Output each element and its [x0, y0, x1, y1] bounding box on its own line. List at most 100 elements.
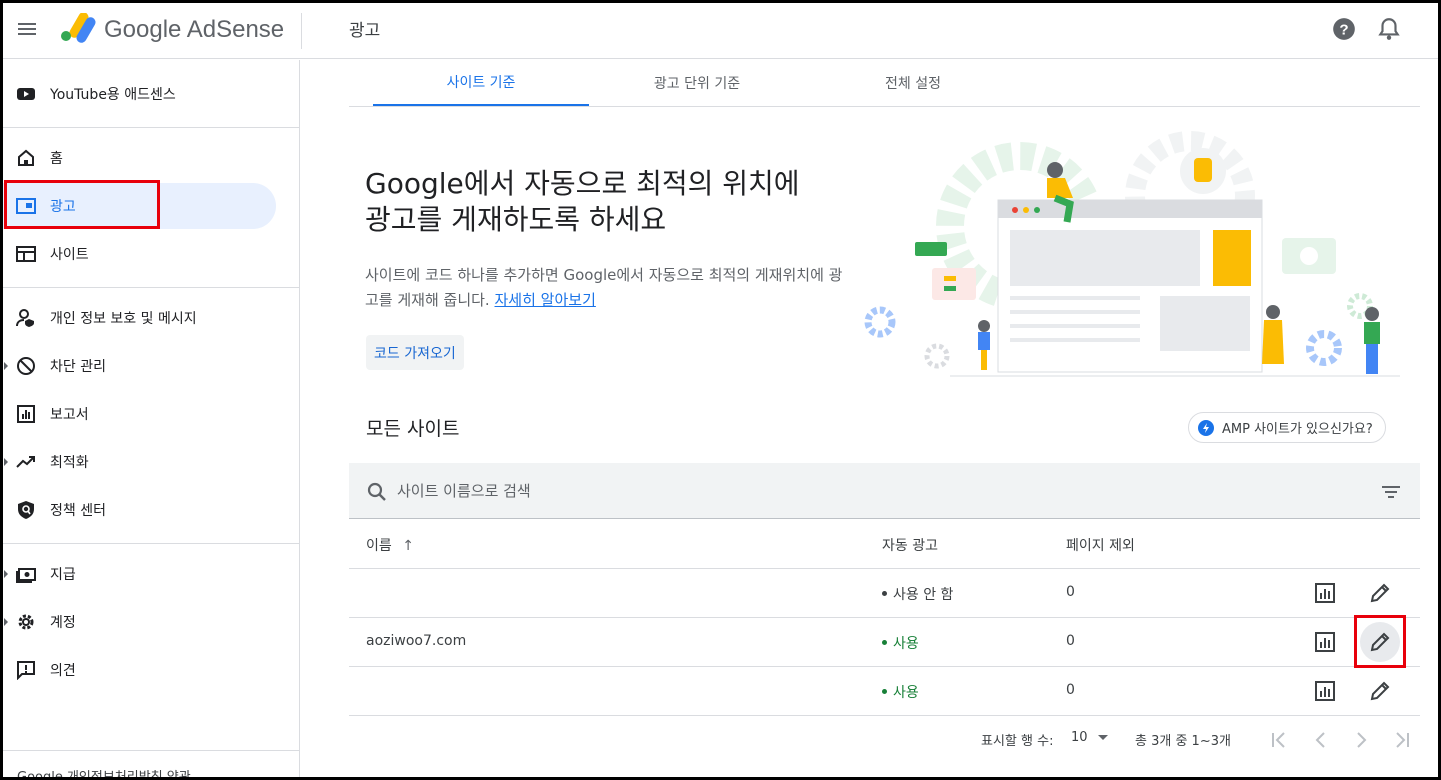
sidebar-item-label: 개인 정보 보호 및 메시지 [50, 311, 197, 327]
status-dot [882, 688, 887, 694]
tab-global-settings[interactable]: 전체 설정 [805, 60, 1021, 106]
search-input[interactable] [397, 477, 1297, 505]
column-label: 이름 [366, 538, 392, 554]
auto-ads-status: 사용 안 함 [882, 584, 953, 604]
side-navigation: YouTube용 애드센스 홈 광고 사이트 개인 정보 보호 및 메시지 차단… [3, 60, 300, 777]
hero-title-line: 광고를 게재하도록 하세요 [365, 203, 667, 236]
sidebar-divider [3, 543, 299, 544]
table-row: 사용 0 [349, 667, 1420, 716]
next-page-icon[interactable] [1350, 729, 1372, 751]
sidebar-item-payments[interactable]: 지급 [3, 551, 276, 597]
home-icon [18, 149, 34, 166]
column-header-name[interactable]: 이름 ↑ [366, 535, 414, 555]
sidebar-item-blocking[interactable]: 차단 관리 [3, 343, 276, 389]
expand-caret-icon [4, 570, 8, 578]
get-code-button[interactable]: 코드 가져오기 [366, 335, 464, 370]
bolt-icon [1198, 420, 1214, 436]
auto-ads-status-label: 사용 안 함 [893, 587, 954, 603]
search-icon [367, 482, 386, 501]
sidebar-item-label: 의견 [50, 663, 76, 679]
adsense-logo [61, 13, 96, 43]
sidebar-item-label: 보고서 [50, 407, 89, 423]
edit-pencil-icon[interactable] [1360, 622, 1400, 662]
sidebar-item-youtube[interactable]: YouTube용 애드센스 [3, 71, 276, 117]
top-app-bar: Google AdSense 광고 ? [3, 3, 1438, 59]
auto-ads-status-label: 사용 [893, 636, 919, 652]
footer-links[interactable]: Google 개인정보처리방침 약관 [17, 766, 191, 777]
tab-bar: 사이트 기준 광고 단위 기준 전체 설정 [349, 60, 1420, 107]
sidebar-item-home[interactable]: 홈 [3, 135, 276, 181]
sidebar-item-sites[interactable]: 사이트 [3, 231, 276, 277]
column-header-excluded-pages: 페이지 제외 [1066, 538, 1135, 554]
hero-description: 사이트에 코드 하나를 추가하면 Google에서 자동으로 최적의 게재위치에… [365, 263, 855, 313]
amp-sites-chip[interactable]: AMP 사이트가 있으신가요? [1188, 412, 1386, 443]
expand-caret-icon [4, 458, 8, 466]
sidebar-item-privacy[interactable]: 개인 정보 보호 및 메시지 [3, 295, 276, 341]
site-name: aoziwoo7.com [366, 633, 467, 649]
sidebar-divider [3, 750, 299, 751]
rows-per-page-label: 표시할 행 수: [981, 734, 1054, 749]
tab-by-site[interactable]: 사이트 기준 [373, 60, 589, 106]
sidebar-item-label: 차단 관리 [50, 359, 106, 375]
sidebar-item-ads[interactable]: 광고 [3, 183, 276, 229]
youtube-icon [17, 88, 35, 100]
sidebar-item-label: 계정 [50, 615, 76, 631]
table-row: 사용 안 함 0 [349, 569, 1420, 618]
sidebar-item-label: 홈 [50, 151, 63, 167]
help-icon[interactable]: ? [1331, 16, 1357, 42]
ads-icon [16, 198, 36, 214]
policy-shield-icon [18, 501, 34, 519]
excluded-pages-count: 0 [1066, 682, 1075, 698]
site-search-bar [349, 463, 1420, 519]
expand-caret-icon [4, 362, 8, 370]
notifications-icon[interactable] [1376, 16, 1402, 42]
sidebar-item-policy-center[interactable]: 정책 센터 [3, 487, 276, 533]
section-title: 모든 사이트 [366, 418, 460, 440]
header-divider [301, 13, 302, 49]
brand-name: Google AdSense [104, 16, 285, 43]
status-dot [882, 590, 887, 596]
last-page-icon[interactable] [1390, 729, 1412, 751]
trending-up-icon [16, 456, 35, 468]
rows-per-page-select[interactable]: 10 [1071, 730, 1108, 745]
sites-icon [16, 246, 36, 262]
sidebar-item-optimization[interactable]: 최적화 [3, 439, 276, 485]
block-icon [17, 357, 35, 375]
privacy-person-icon [16, 309, 34, 327]
report-icon[interactable] [1312, 629, 1338, 655]
previous-page-icon[interactable] [1310, 729, 1332, 751]
sidebar-divider [3, 127, 299, 128]
sidebar-item-label: 최적화 [50, 455, 89, 471]
expand-caret-icon [4, 618, 8, 626]
sidebar-item-label: 사이트 [50, 247, 89, 263]
reports-icon [17, 405, 35, 423]
amp-chip-label: AMP 사이트가 있으신가요? [1222, 422, 1373, 437]
sidebar-divider [3, 287, 299, 288]
hero-description-text: 사이트에 코드 하나를 추가하면 Google에서 자동으로 최적의 게재위치에… [365, 266, 843, 309]
payments-icon [16, 568, 36, 583]
table-header: 이름 ↑ 자동 광고 페이지 제외 [349, 520, 1420, 569]
report-icon[interactable] [1312, 580, 1338, 606]
feedback-icon [17, 661, 35, 680]
auto-ads-status-label: 사용 [893, 685, 919, 701]
first-page-icon[interactable] [1269, 729, 1291, 751]
gear-icon [18, 614, 34, 630]
filter-list-icon[interactable] [1379, 480, 1403, 504]
sidebar-item-reports[interactable]: 보고서 [3, 391, 276, 437]
auto-ads-illustration [864, 131, 1400, 377]
rows-per-page-value: 10 [1071, 730, 1088, 745]
sidebar-item-label: 광고 [50, 199, 76, 215]
learn-more-link[interactable]: 자세히 알아보기 [495, 291, 596, 309]
tab-by-ad-unit[interactable]: 광고 단위 기준 [589, 60, 805, 106]
column-header-auto-ads: 자동 광고 [882, 538, 938, 554]
page-title: 광고 [349, 21, 381, 41]
main-menu-icon[interactable] [15, 17, 39, 41]
status-dot [882, 639, 887, 645]
dropdown-arrow-icon [1097, 735, 1108, 740]
sidebar-item-account[interactable]: 계정 [3, 599, 276, 645]
report-icon[interactable] [1312, 678, 1338, 704]
edit-pencil-icon[interactable] [1367, 580, 1393, 606]
edit-pencil-icon[interactable] [1367, 678, 1393, 704]
hero-title: Google에서 자동으로 최적의 위치에 광고를 게재하도록 하세요 [365, 166, 865, 238]
sidebar-item-feedback[interactable]: 의견 [3, 647, 276, 693]
